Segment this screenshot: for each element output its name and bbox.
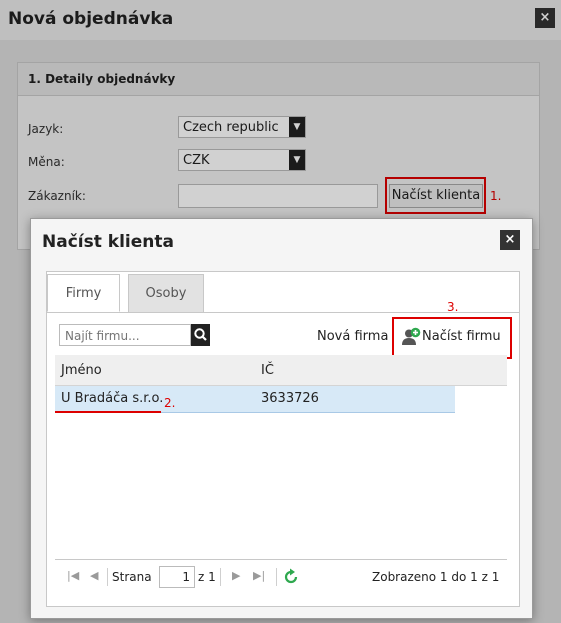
pager: |◀ ◀ Strana 1 z 1 ▶ ▶| Zobrazeno 1 do 1 … [55,562,507,592]
pager-separator [107,568,108,586]
column-header-ic[interactable]: IČ [261,363,274,378]
search-icon [194,328,207,341]
table-row[interactable]: U Bradáča s.r.o. 3633726 [55,386,455,413]
grid-header: Jméno IČ [55,355,507,386]
modal-content: Firmy Osoby Nová firma Načíst firmu [46,271,520,607]
page-total: z 1 [198,570,216,584]
row-ic-cell: 3633726 [261,391,319,406]
pager-separator [276,568,277,586]
annotation-underline [55,411,161,413]
close-icon[interactable]: × [500,230,520,250]
first-page-icon[interactable]: |◀ [67,569,79,582]
next-page-icon[interactable]: ▶ [232,569,240,582]
refresh-icon[interactable] [282,568,300,586]
pager-separator [220,568,221,586]
column-header-name[interactable]: Jméno [61,363,102,378]
row-name-cell: U Bradáča s.r.o. [61,391,164,406]
tab-firmy[interactable]: Firmy [47,274,120,312]
pager-divider [55,559,507,560]
page-number-input[interactable]: 1 [159,566,195,588]
highlight-box [392,317,512,359]
search-field[interactable] [59,324,191,346]
annotation-number: 3. [447,300,459,314]
new-company-link[interactable]: Nová firma [317,329,388,344]
page-label: Strana [112,570,152,584]
tab-osoby[interactable]: Osoby [128,274,204,312]
modal-title: Načíst klienta [42,232,174,252]
prev-page-icon[interactable]: ◀ [90,569,98,582]
search-button[interactable] [191,324,210,346]
last-page-icon[interactable]: ▶| [253,569,265,582]
annotation-number: 2. [164,396,176,410]
load-client-modal: Načíst klienta × Firmy Osoby Nová firma [30,218,533,619]
search-input[interactable] [63,326,191,346]
pager-summary: Zobrazeno 1 do 1 z 1 [372,570,500,584]
